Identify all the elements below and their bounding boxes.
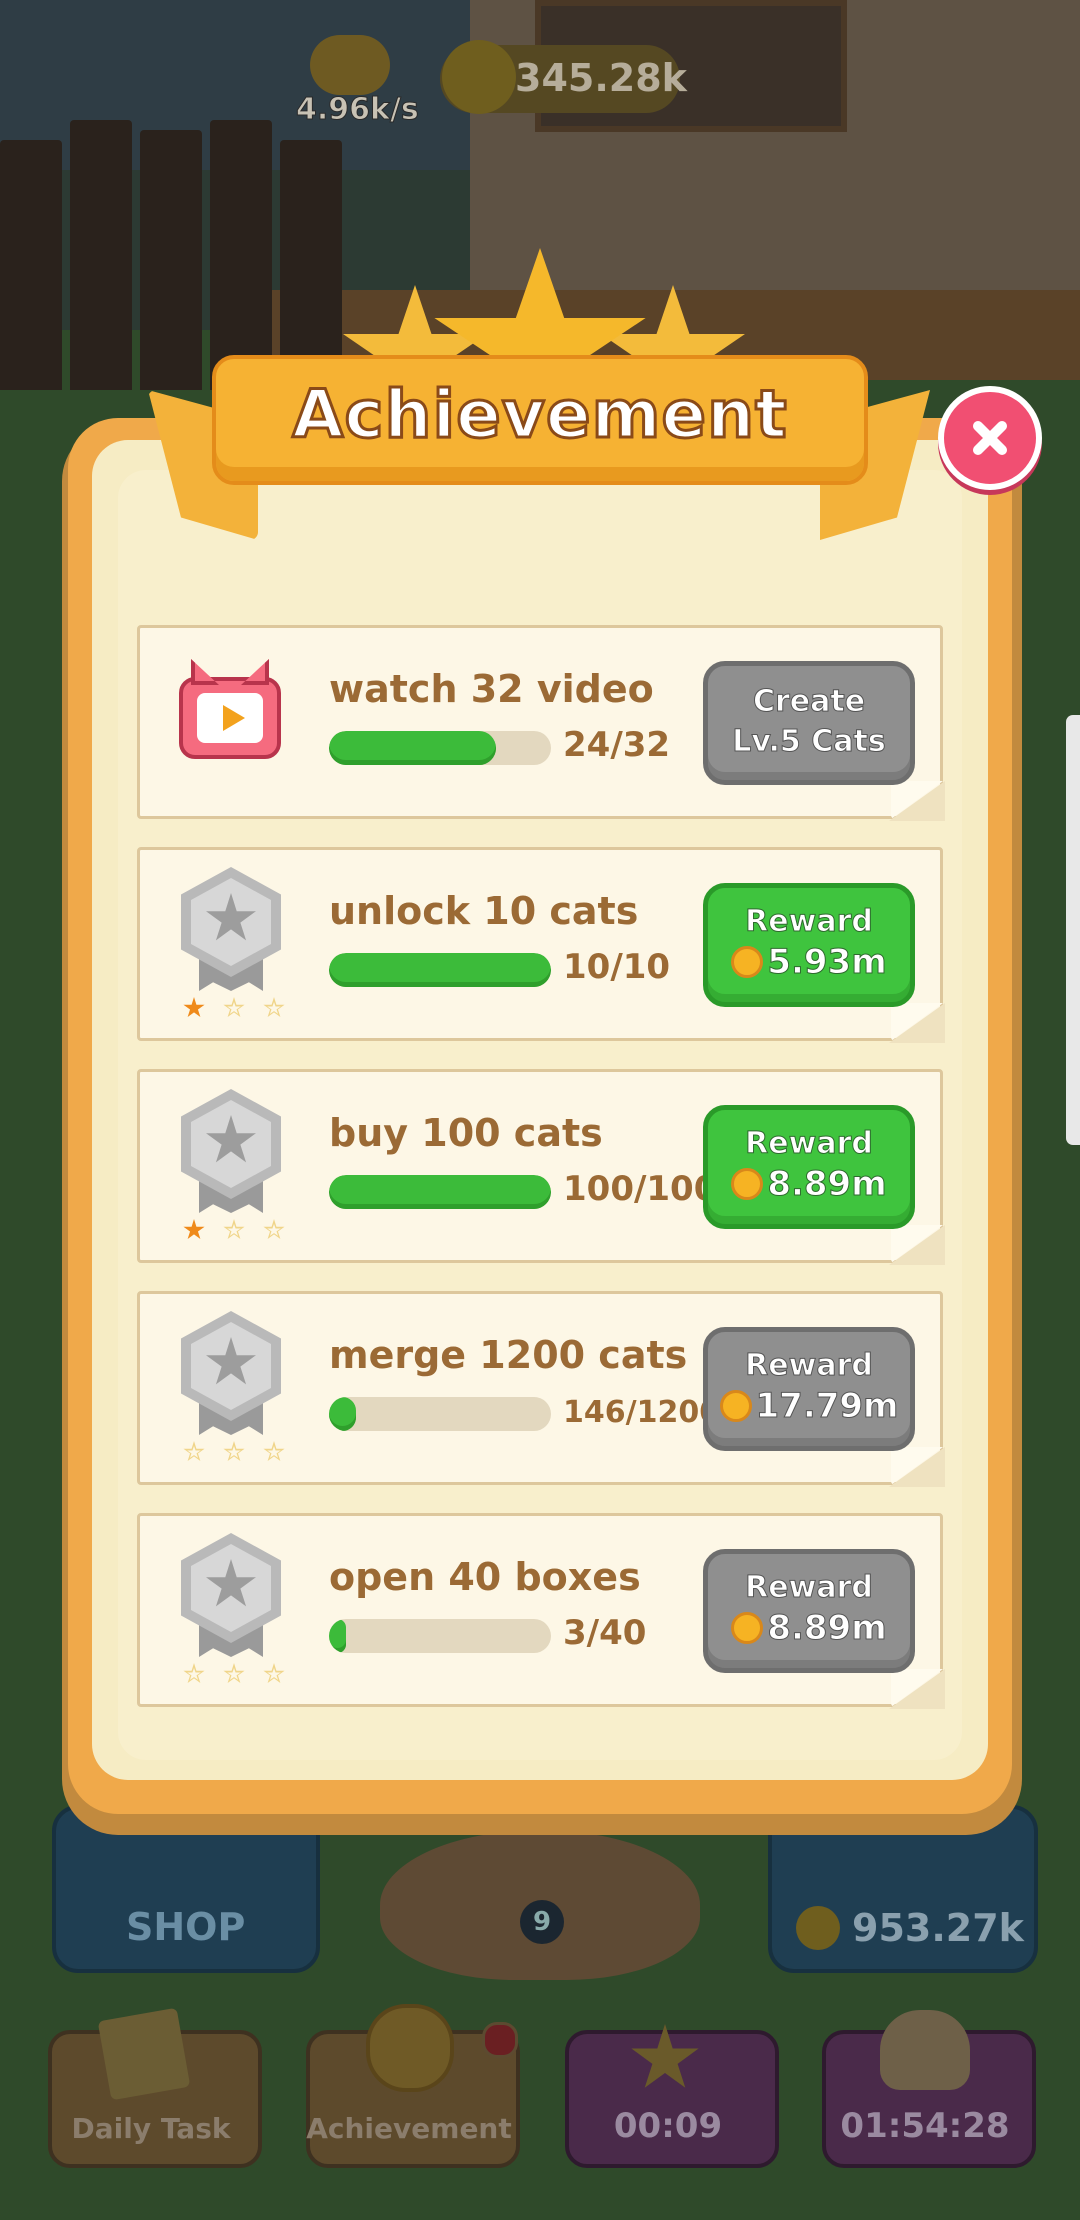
silver-medal-icon bbox=[181, 867, 281, 1007]
reward-label: Reward bbox=[745, 1348, 874, 1384]
progress-bar bbox=[329, 953, 551, 987]
button-line-1: Create bbox=[752, 684, 866, 720]
cat-level-badge: 9 bbox=[520, 1900, 564, 1944]
rating-star-icon bbox=[183, 997, 205, 1018]
progress-bar bbox=[329, 1397, 551, 1431]
achievement-title: buy 100 cats bbox=[329, 1111, 603, 1155]
silver-medal-icon bbox=[181, 1311, 281, 1451]
cat-coin-icon bbox=[796, 1906, 840, 1950]
cat-coin-icon bbox=[719, 1390, 752, 1422]
achievement-row: open 40 boxes 3/40 Reward 8.89m bbox=[137, 1513, 945, 1709]
cat-coin-icon bbox=[442, 40, 516, 114]
progress-text: 100/100 bbox=[563, 1169, 718, 1209]
progress-bar bbox=[329, 1619, 551, 1653]
coin-bag-timer: 01:54:28 bbox=[840, 2106, 1010, 2146]
achievement-row: watch 32 video 24/32 Create Lv.5 Cats bbox=[137, 625, 945, 821]
reward-button[interactable]: Reward 8.89m bbox=[703, 1105, 915, 1229]
star-rating bbox=[183, 1219, 293, 1243]
cat-coin-icon bbox=[731, 946, 764, 978]
reward-amount: 8.89m bbox=[767, 1608, 887, 1649]
progress-fill bbox=[329, 1397, 356, 1431]
button-line-2: Lv.5 Cats bbox=[732, 724, 886, 760]
reward-label: Reward bbox=[745, 1570, 874, 1606]
rating-star-icon bbox=[223, 1219, 245, 1240]
play-icon bbox=[223, 705, 245, 731]
star-rating bbox=[183, 997, 293, 1021]
video-tv-icon bbox=[179, 659, 281, 759]
progress-text: 3/40 bbox=[563, 1613, 647, 1653]
create-cats-button[interactable]: Create Lv.5 Cats bbox=[703, 661, 915, 785]
reward-amount: 17.79m bbox=[755, 1386, 899, 1427]
rating-star-icon bbox=[223, 997, 245, 1018]
coin-rate: 4.96k/s bbox=[296, 92, 420, 128]
wand-timer: 00:09 bbox=[613, 2106, 723, 2146]
rating-star-icon bbox=[223, 1441, 245, 1462]
progress-bar bbox=[329, 1175, 551, 1209]
progress-text: 24/32 bbox=[563, 725, 671, 765]
fence bbox=[0, 90, 360, 390]
reward-button[interactable]: Reward 5.93m bbox=[703, 883, 915, 1007]
progress-fill bbox=[329, 953, 551, 987]
rating-star-icon bbox=[183, 1663, 205, 1684]
shop-label: SHOP bbox=[126, 1905, 246, 1949]
achievement-title: merge 1200 cats bbox=[329, 1333, 688, 1377]
cat-coin-icon bbox=[731, 1612, 764, 1644]
rating-star-icon bbox=[263, 1441, 285, 1462]
achievement-title: unlock 10 cats bbox=[329, 889, 639, 933]
achievement-row: buy 100 cats 100/100 Reward 8.89m bbox=[137, 1069, 945, 1265]
notification-dot bbox=[482, 2022, 518, 2058]
coin-stack-icon bbox=[310, 35, 390, 95]
rating-star-icon bbox=[183, 1219, 205, 1240]
money-value: 345.28k bbox=[515, 56, 687, 100]
rating-star-icon bbox=[263, 997, 285, 1018]
reward-button-disabled[interactable]: Reward 8.89m bbox=[703, 1549, 915, 1673]
silver-medal-icon bbox=[181, 1533, 281, 1673]
reward-amount: 5.93m bbox=[767, 942, 887, 983]
achievement-title: open 40 boxes bbox=[329, 1555, 641, 1599]
achievement-row: merge 1200 cats 146/1200 Reward 17.79m bbox=[137, 1291, 945, 1487]
rating-star-icon bbox=[183, 1441, 205, 1462]
coin-box-value: 953.27k bbox=[852, 1906, 1024, 1950]
star-rating bbox=[183, 1441, 293, 1465]
reward-label: Reward bbox=[745, 904, 874, 940]
progress-fill bbox=[329, 1175, 551, 1209]
edge-handle[interactable] bbox=[1066, 715, 1080, 1145]
cat-coin-icon bbox=[731, 1168, 764, 1200]
star-rating bbox=[183, 1663, 293, 1687]
progress-fill bbox=[329, 731, 496, 765]
reward-amount: 8.89m bbox=[767, 1164, 887, 1205]
coin-bag-icon bbox=[880, 2010, 970, 2090]
achievement-row: unlock 10 cats 10/10 Reward 5.93m bbox=[137, 847, 945, 1043]
tab-daily-task-label: Daily Task bbox=[71, 2112, 231, 2145]
rating-star-icon bbox=[223, 1663, 245, 1684]
progress-fill bbox=[329, 1619, 346, 1653]
progress-text: 10/10 bbox=[563, 947, 671, 987]
silver-medal-icon bbox=[181, 1089, 281, 1229]
reward-label: Reward bbox=[745, 1126, 874, 1162]
progress-text: 146/1200 bbox=[563, 1395, 721, 1430]
achievement-title: watch 32 video bbox=[329, 667, 654, 711]
reward-button-disabled[interactable]: Reward 17.79m bbox=[703, 1327, 915, 1451]
rating-star-icon bbox=[263, 1663, 285, 1684]
checklist-icon bbox=[97, 2007, 191, 2101]
rating-star-icon bbox=[263, 1219, 285, 1240]
medal-icon bbox=[366, 2004, 454, 2092]
progress-bar bbox=[329, 731, 551, 765]
close-button[interactable] bbox=[938, 386, 1042, 490]
modal-title: Achievement bbox=[291, 375, 788, 455]
tab-achievement-label: Achievement bbox=[306, 2112, 512, 2145]
